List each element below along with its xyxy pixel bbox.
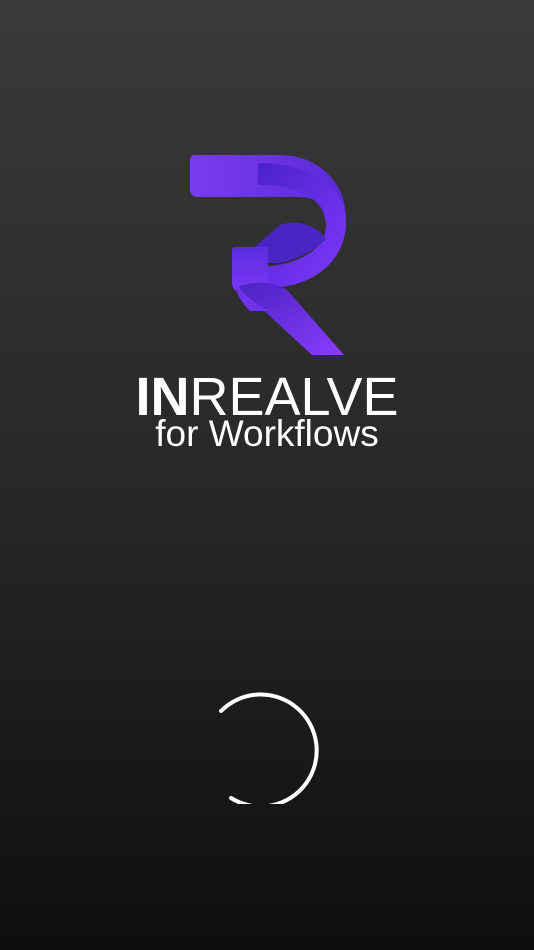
inrealve-logo-icon (190, 155, 347, 355)
loading-spinner-icon (219, 692, 319, 804)
brand-subtitle: for Workflows (155, 413, 379, 454)
